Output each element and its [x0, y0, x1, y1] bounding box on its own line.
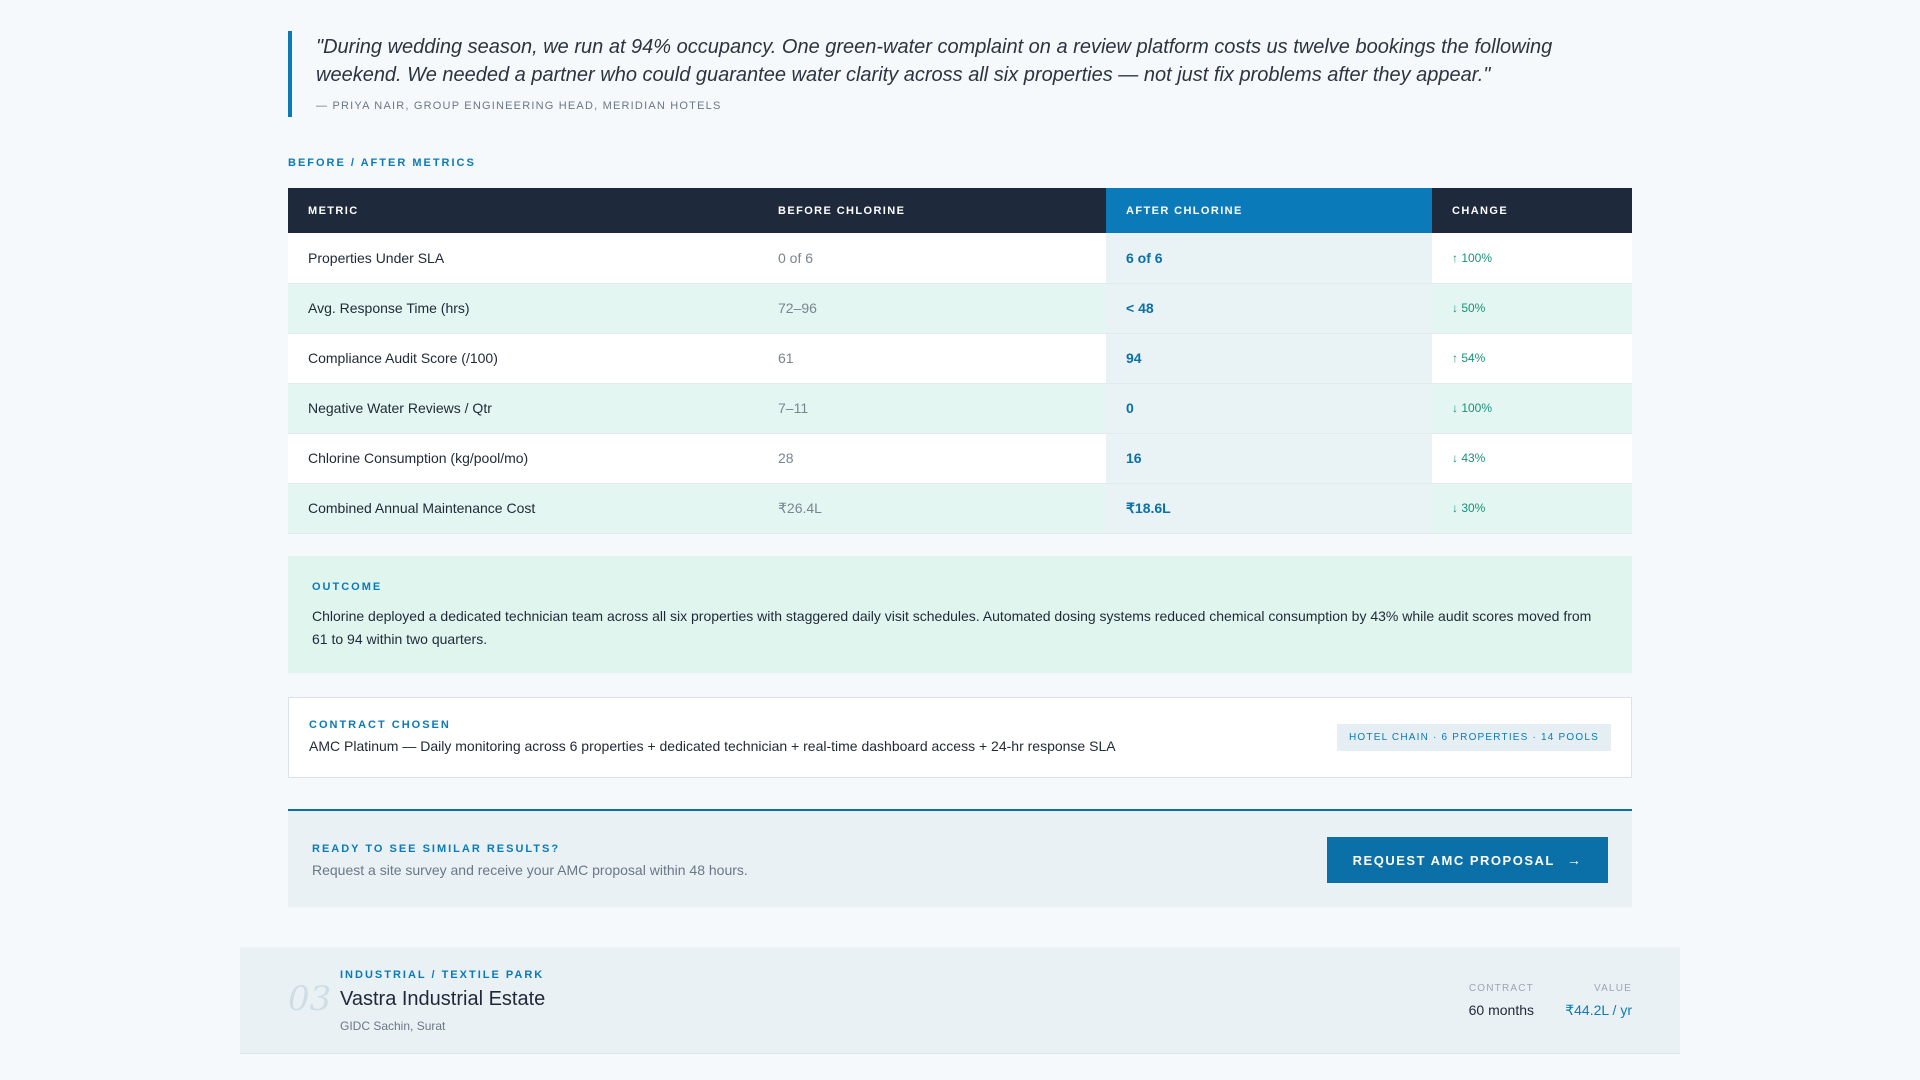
metrics-table: METRIC BEFORE CHLORINE AFTER CHLORINE CH… — [288, 188, 1632, 534]
after-cell: 6 of 6 — [1106, 233, 1432, 284]
case-category: INDUSTRIAL / TEXTILE PARK — [340, 969, 545, 981]
before-cell: ₹26.4L — [758, 483, 1106, 534]
change-cell: ↑ 100% — [1432, 233, 1632, 284]
change-cell: ↓ 43% — [1432, 433, 1632, 484]
quote-text: "During wedding season, we run at 94% oc… — [316, 36, 1553, 86]
change-cell: ↓ 100% — [1432, 383, 1632, 434]
after-cell: 0 — [1106, 383, 1432, 434]
metric-cell: Properties Under SLA — [288, 233, 758, 284]
metric-cell: Avg. Response Time (hrs) — [288, 283, 758, 334]
contract-stat-label: CONTRACT — [1468, 983, 1534, 994]
outcome-text: Chlorine deployed a dedicated technician… — [312, 608, 1592, 647]
next-case-study-card[interactable]: 03 INDUSTRIAL / TEXTILE PARK Vastra Indu… — [240, 947, 1680, 1054]
change-cell: ↓ 30% — [1432, 483, 1632, 534]
table-row: Combined Annual Maintenance Cost ₹26.4L … — [288, 483, 1632, 534]
before-cell: 0 of 6 — [758, 233, 1106, 284]
after-cell: 94 — [1106, 333, 1432, 384]
table-row: Avg. Response Time (hrs) 72–96 < 48 ↓ 50… — [288, 283, 1632, 334]
metrics-section-label: BEFORE / AFTER METRICS — [288, 157, 476, 169]
contract-value-stat: VALUE ₹44.2L / yr — [1565, 983, 1632, 1019]
column-header-before: BEFORE CHLORINE — [758, 188, 1106, 233]
request-amc-proposal-label: REQUEST AMC PROPOSAL — [1352, 852, 1555, 868]
before-cell: 28 — [758, 433, 1106, 484]
table-row: Compliance Audit Score (/100) 61 94 ↑ 54… — [288, 333, 1632, 384]
after-cell: < 48 — [1106, 283, 1432, 334]
metric-cell: Combined Annual Maintenance Cost — [288, 483, 758, 534]
outcome-label: OUTCOME — [312, 581, 383, 593]
case-location: GIDC Sachin, Surat — [340, 1019, 446, 1033]
column-header-metric: METRIC — [288, 188, 758, 233]
cta-panel: READY TO SEE SIMILAR RESULTS? Request a … — [288, 809, 1632, 907]
arrow-right-icon: → — [1566, 852, 1583, 868]
after-cell: 16 — [1106, 433, 1432, 484]
change-cell: ↑ 54% — [1432, 333, 1632, 384]
contract-panel: CONTRACT CHOSEN AMC Platinum — Daily mon… — [288, 697, 1632, 778]
change-cell: ↓ 50% — [1432, 283, 1632, 334]
table-row: Properties Under SLA 0 of 6 6 of 6 ↑ 100… — [288, 233, 1632, 284]
metric-cell: Chlorine Consumption (kg/pool/mo) — [288, 433, 758, 484]
case-title: Vastra Industrial Estate — [340, 988, 546, 1010]
value-stat-value: ₹44.2L / yr — [1565, 1002, 1632, 1018]
before-cell: 61 — [758, 333, 1106, 384]
contract-duration-stat: CONTRACT 60 months — [1469, 983, 1534, 1018]
case-number: 03 — [288, 979, 332, 1019]
request-amc-proposal-button[interactable]: REQUEST AMC PROPOSAL → — [1327, 837, 1608, 883]
table-row: Chlorine Consumption (kg/pool/mo) 28 16 … — [288, 433, 1632, 484]
before-cell: 7–11 — [758, 383, 1106, 434]
table-header-row: METRIC BEFORE CHLORINE AFTER CHLORINE CH… — [288, 188, 1632, 233]
client-type-badge: HOTEL CHAIN · 6 PROPERTIES · 14 POOLS — [1336, 724, 1611, 751]
metric-cell: Negative Water Reviews / Qtr — [288, 383, 758, 434]
testimonial-quote: "During wedding season, we run at 94% oc… — [288, 31, 1588, 117]
outcome-panel: OUTCOME Chlorine deployed a dedicated te… — [288, 556, 1632, 673]
column-header-change: CHANGE — [1432, 188, 1632, 233]
column-header-after: AFTER CHLORINE — [1106, 188, 1432, 233]
before-cell: 72–96 — [758, 283, 1106, 334]
contract-stat-value: 60 months — [1468, 1002, 1534, 1018]
value-stat-label: VALUE — [1593, 983, 1632, 994]
table-row: Negative Water Reviews / Qtr 7–11 0 ↓ 10… — [288, 383, 1632, 434]
after-cell: ₹18.6L — [1106, 483, 1432, 534]
metric-cell: Compliance Audit Score (/100) — [288, 333, 758, 384]
quote-author: — PRIYA NAIR, GROUP ENGINEERING HEAD, ME… — [316, 100, 722, 112]
